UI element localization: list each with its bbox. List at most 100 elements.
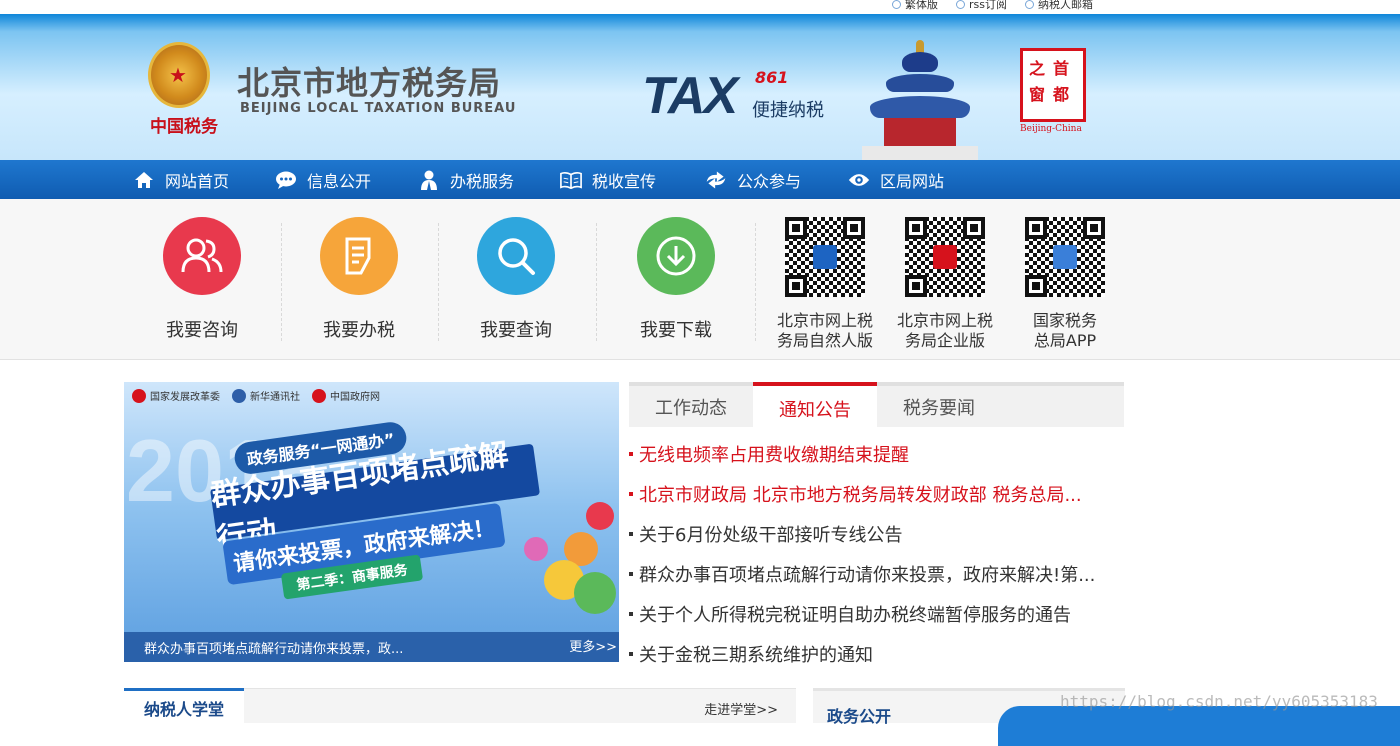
tab-work-updates[interactable]: 工作动态 — [629, 382, 753, 431]
news-title: 关于6月份处级干部接听专线公告 — [639, 525, 903, 546]
nav-label: 办税服务 — [450, 171, 515, 191]
tax-logo: TAX — [642, 67, 738, 125]
capital-char: 之 — [1029, 59, 1046, 78]
nav-item-info-disclosure[interactable]: 信息公开 — [275, 160, 371, 199]
service-download[interactable]: 我要下载 — [616, 217, 736, 342]
taxpayer-mailbox-link[interactable]: 纳税人邮箱 — [1024, 0, 1093, 12]
news-list: 无线电频率占用费收缴期结束提醒 北京市财政局 北京市地方税务局转发财政部 税务总… — [629, 434, 1124, 674]
nav-item-tax-service[interactable]: 办税服务 — [418, 160, 514, 199]
bullet-icon — [629, 532, 633, 536]
nav-label: 网站首页 — [165, 171, 230, 191]
qr-individual-edition[interactable]: 北京市网上税 务局自然人版 — [775, 217, 875, 351]
enter-school-link[interactable]: 走进学堂>> — [704, 699, 778, 718]
news-title: 无线电频率占用费收缴期结束提醒 — [639, 445, 909, 466]
news-title: 关于个人所得税完税证明自助办税终端暂停服务的通告 — [639, 605, 1071, 626]
nav-item-district-sites[interactable]: 区局网站 — [848, 160, 944, 199]
rss-link[interactable]: rss订阅 — [956, 0, 1007, 12]
people-icon — [163, 217, 241, 295]
search-icon — [477, 217, 555, 295]
bullet-icon — [629, 452, 633, 456]
banner-more-link[interactable]: 更多>> — [569, 636, 617, 655]
qr-code-image — [905, 217, 985, 297]
service-consult[interactable]: 我要咨询 — [142, 217, 262, 342]
qr-enterprise-edition[interactable]: 北京市网上税 务局企业版 — [895, 217, 995, 351]
document-edit-icon — [320, 217, 398, 295]
nav-item-tax-promotion[interactable]: 税收宣传 — [560, 160, 656, 199]
decor-bubble — [574, 572, 616, 614]
qr-code-image — [1025, 217, 1105, 297]
china-tax-seal-text: 中国税务 — [150, 117, 218, 137]
news-title: 关于金税三期系统维护的通知 — [639, 645, 873, 666]
taxpayer-school-panel: 纳税人学堂 走进学堂>> — [124, 688, 796, 724]
news-panel: 工作动态 通知公告 税务要闻 无线电频率占用费收缴期结束提醒 北京市财政局 北京… — [629, 382, 1124, 667]
taxpayer-school-title[interactable]: 纳税人学堂 — [124, 688, 245, 724]
traditional-chinese-link[interactable]: 繁体版 — [892, 0, 938, 12]
emblem-icon — [312, 388, 326, 403]
tab-tax-news[interactable]: 税务要闻 — [877, 382, 1001, 431]
qr-label: 北京市网上税 务局企业版 — [896, 311, 993, 350]
banner-caption[interactable]: 群众办事百项堵点疏解行动请你来投票，政... — [124, 632, 619, 662]
circle-arrow-icon — [892, 0, 901, 9]
news-item[interactable]: 关于个人所得税完税证明自助办税终端暂停服务的通告 — [629, 594, 1124, 634]
nav-label: 区局网站 — [880, 171, 945, 191]
service-label: 我要下载 — [640, 320, 712, 341]
news-item[interactable]: 关于金税三期系统维护的通知 — [629, 634, 1124, 674]
quick-services: 我要咨询 我要办税 我要查询 我要下载 北京市网上税 务局自然人版 北京市网上税… — [0, 199, 1400, 360]
nav-label: 税收宣传 — [592, 171, 657, 191]
nav-item-public-participation[interactable]: 公众参与 — [705, 160, 801, 199]
news-title: 群众办事百项堵点疏解行动请你来投票，政府来解决!第... — [639, 565, 1096, 586]
qr-label: 国家税务 总局APP — [1032, 311, 1097, 350]
site-title-english: BEIJING LOCAL TAXATION BUREAU — [240, 101, 517, 116]
qr-national-tax-app[interactable]: 国家税务 总局APP — [1015, 217, 1115, 351]
nav-label: 公众参与 — [737, 171, 802, 191]
tab-notices[interactable]: 通知公告 — [753, 382, 877, 431]
feature-banner[interactable]: 国家发展改革委 新华通讯社 中国政府网 2018 政务服务“一网通办” 群众办事… — [124, 382, 619, 662]
national-emblem-icon: ★ — [148, 42, 210, 108]
capital-char: 窗 — [1029, 85, 1046, 104]
service-file-tax[interactable]: 我要办税 — [299, 217, 419, 342]
partner-logo: 国家发展改革委 — [132, 388, 220, 403]
tax-slogan: 便捷纳税 — [752, 100, 824, 121]
qr-label: 北京市网上税 务局自然人版 — [776, 311, 873, 350]
qr-code-image — [785, 217, 865, 297]
utility-links: 繁体版 rss订阅 纳税人邮箱 — [892, 0, 1093, 12]
bullet-icon — [629, 492, 633, 496]
government-affairs-title[interactable]: 政务公开 — [827, 703, 891, 727]
capital-window-logo: 首 都 之 窗 — [1020, 48, 1086, 122]
emblem-icon — [132, 388, 146, 403]
bullet-icon — [629, 652, 633, 656]
book-icon — [560, 169, 582, 191]
bullet-icon — [629, 572, 633, 576]
banner-partner-logos: 国家发展改革委 新华通讯社 中国政府网 — [132, 388, 380, 403]
capital-char: 首 — [1053, 59, 1070, 78]
news-tabs: 工作动态 通知公告 税务要闻 — [629, 382, 1124, 431]
tax-logo-number: 861 — [755, 68, 789, 87]
eye-icon — [848, 169, 870, 191]
news-item[interactable]: 北京市财政局 北京市地方税务局转发财政部 税务总局... — [629, 474, 1124, 514]
rss-label: rss订阅 — [969, 0, 1007, 11]
news-item[interactable]: 群众办事百项堵点疏解行动请你来投票，政府来解决!第... — [629, 554, 1124, 594]
service-label: 我要查询 — [480, 320, 552, 341]
site-header: ★ 中国税务 北京市地方税务局 BEIJING LOCAL TAXATION B… — [0, 14, 1400, 160]
temple-of-heaven-image — [856, 40, 984, 160]
site-title[interactable]: 北京市地方税务局 — [237, 58, 501, 104]
news-item[interactable]: 无线电频率占用费收缴期结束提醒 — [629, 434, 1124, 474]
decor-bubble — [586, 502, 614, 530]
main-nav: 网站首页 信息公开 办税服务 税收宣传 公众参与 区局网站 — [0, 160, 1400, 199]
decor-bubble — [524, 537, 548, 561]
service-label: 我要咨询 — [166, 320, 238, 341]
floating-widget[interactable] — [998, 706, 1400, 746]
home-icon — [133, 169, 155, 191]
news-item[interactable]: 关于6月份处级干部接听专线公告 — [629, 514, 1124, 554]
partner-logo: 新华通讯社 — [232, 388, 300, 403]
news-title: 北京市财政局 北京市地方税务局转发财政部 税务总局... — [639, 485, 1082, 506]
exchange-arrows-icon — [705, 169, 727, 191]
nav-item-home[interactable]: 网站首页 — [133, 160, 229, 199]
taxpayer-mailbox-label: 纳税人邮箱 — [1037, 0, 1093, 11]
service-query[interactable]: 我要查询 — [456, 217, 576, 342]
capital-window-caption: Beijing-China — [1020, 124, 1082, 134]
chat-bubble-icon — [275, 169, 297, 191]
xinhua-icon — [232, 388, 246, 403]
traditional-chinese-label: 繁体版 — [905, 0, 938, 11]
top-utility-bar: 繁体版 rss订阅 纳税人邮箱 — [0, 0, 1400, 14]
